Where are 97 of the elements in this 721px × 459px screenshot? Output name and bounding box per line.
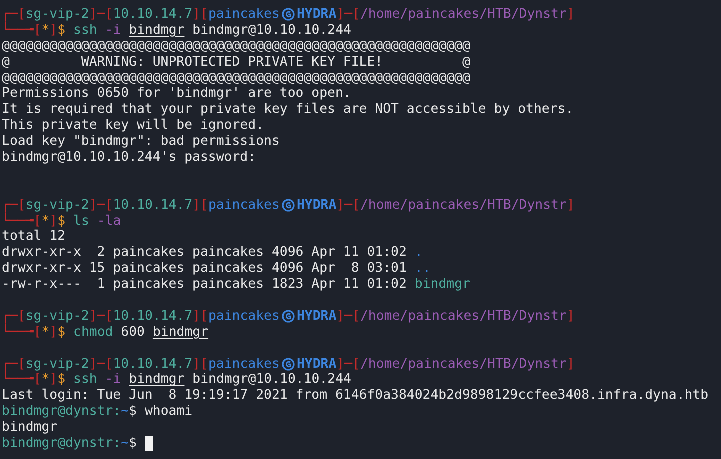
circled-symbol-icon [282, 8, 295, 22]
username: paincakes [208, 198, 280, 214]
output-line: @ WARNING: UNPROTECTED PRIVATE KEY FILE! @ [2, 54, 470, 71]
prompt-bracket: ] [566, 356, 575, 372]
prompt-bracket: ┌─[ [2, 308, 26, 324]
directory-name: . [414, 245, 423, 262]
prompt-sign: $ [58, 22, 66, 39]
file-details: drwxr-xr-x 15 paincakes paincakes 4096 Apr 8 03:01 [2, 261, 407, 278]
prompt-sign: $ [58, 214, 66, 230]
prompt-bracket: ]─[ [336, 7, 360, 23]
command-name: ssh [74, 372, 98, 388]
ip-address: 10.10.14.7 [113, 356, 193, 372]
vpn-name: sg-vip-2 [26, 308, 90, 324]
output-line: Permissions 0650 for 'bindmgr' are too open. [2, 86, 352, 102]
hostname: HYDRA [296, 308, 337, 325]
output-line: This private key will be ignored. [2, 118, 264, 134]
hostname: HYDRA [296, 7, 337, 23]
prompt-bracket: ]─[ [336, 308, 360, 325]
prompt-bracket: ] [566, 198, 575, 214]
directory-path: /home/paincakes/HTB/Dynstr [360, 198, 567, 214]
prompt-bracket: ┌─[ [2, 356, 26, 372]
status-marker: * [42, 324, 50, 341]
command-argument: bindmgr [129, 372, 185, 388]
prompt-bracket: ][ [192, 7, 208, 23]
option-text: -la [97, 214, 122, 230]
directory-path: /home/paincakes/HTB/Dynstr [360, 356, 567, 372]
option-text: -i [105, 372, 122, 388]
command-argument: bindmgr@10.10.10.244 [192, 372, 352, 388]
username: paincakes [208, 7, 280, 23]
status-marker: * [42, 22, 50, 39]
output-line: @@@@@@@@@@@@@@@@@@@@@@@@@@@@@@@@@@@@@@@@@@@@@@@@@@@@@@@@@@@ [2, 38, 470, 55]
username: paincakes [208, 356, 280, 372]
vpn-name: sg-vip-2 [26, 7, 90, 22]
prompt-bracket: ]─[ [89, 356, 114, 372]
output-line: Load key "bindmgr": bad permissions [2, 134, 280, 150]
output-line: bindmgr [2, 420, 58, 436]
prompt-bracket: ] [566, 308, 575, 325]
file-details: -rw-r-x--- 1 paincakes paincakes 1823 Apr 11 01:02 [2, 277, 407, 294]
vpn-name: sg-vip-2 [26, 198, 90, 213]
prompt-sign: $ [58, 372, 66, 388]
command-argument: bindmgr [152, 324, 209, 341]
prompt-bracket: ][ [192, 198, 208, 214]
user-host: bindmgr@dynstr: [2, 404, 122, 420]
working-directory: ~ [121, 404, 130, 420]
prompt-bracket: ]─[ [89, 198, 114, 214]
command-argument: 600 [121, 324, 145, 341]
command-name: ls [74, 214, 90, 230]
prompt-bracket: ] [50, 372, 58, 388]
file-name: bindmgr [414, 277, 470, 294]
username: paincakes [208, 308, 280, 325]
command-argument: bindmgr [129, 22, 185, 39]
working-directory: ~ [121, 436, 130, 452]
ip-address: 10.10.14.7 [113, 308, 193, 325]
circled-symbol-icon [282, 358, 295, 372]
prompt-sign: $ [58, 324, 66, 341]
status-marker: * [42, 214, 50, 230]
command-name: ssh [74, 22, 98, 39]
status-marker: * [42, 372, 50, 388]
prompt-bracket: └──╼[ [2, 214, 42, 230]
prompt-bracket: ] [566, 7, 575, 23]
directory-path: /home/paincakes/HTB/Dynstr [360, 308, 567, 325]
prompt-bracket: ] [50, 214, 58, 230]
prompt-bracket: └──╼[ [2, 22, 42, 39]
ip-address: 10.10.14.7 [113, 198, 193, 214]
prompt-bracket: ]─[ [336, 356, 360, 372]
prompt-bracket: └──╼[ [2, 324, 42, 341]
command-argument: bindmgr@10.10.10.244 [192, 22, 352, 39]
prompt-bracket: ┌─[ [2, 198, 26, 213]
user-host: bindmgr@dynstr: [2, 436, 122, 452]
vpn-name: sg-vip-2 [26, 356, 90, 372]
command-name: whoami [144, 404, 193, 420]
output-line: @@@@@@@@@@@@@@@@@@@@@@@@@@@@@@@@@@@@@@@@@@@@@@@@@@@@@@@@@@@ [2, 70, 470, 86]
output-line: bindmgr@10.10.10.244's password: [2, 150, 256, 166]
prompt-bracket: ]─[ [89, 7, 114, 23]
prompt-bracket: ] [50, 324, 58, 341]
directory-name: .. [414, 261, 431, 278]
command-name: chmod [74, 324, 114, 341]
prompt-bracket: ]─[ [336, 198, 360, 214]
ip-address: 10.10.14.7 [113, 7, 193, 23]
hostname: HYDRA [296, 198, 337, 214]
output-line: Last login: Tue Jun 8 19:19:17 2021 from 6146f0a384024b2d9898129ccfee3408.infra.dyna.htb [2, 388, 709, 404]
output-line: It is required that your private key files are NOT accessible by others. [2, 102, 574, 118]
prompt-bracket: ][ [192, 308, 208, 325]
option-text: -i [105, 22, 122, 39]
prompt-bracket: ] [50, 22, 58, 39]
prompt-bracket: ┌─[ [2, 7, 26, 22]
hostname: HYDRA [296, 356, 337, 372]
prompt-sign: $ [129, 404, 137, 420]
directory-path: /home/paincakes/HTB/Dynstr [360, 7, 567, 23]
output-line: total 12 [2, 229, 66, 246]
prompt-bracket: └──╼[ [2, 372, 42, 388]
file-details: drwxr-xr-x 2 paincakes paincakes 4096 Apr 11 01:02 [2, 245, 407, 262]
circled-symbol-icon [282, 310, 295, 324]
prompt-bracket: ]─[ [89, 308, 114, 325]
prompt-sign: $ [129, 436, 137, 452]
prompt-bracket: ][ [192, 356, 208, 372]
circled-symbol-icon [282, 199, 295, 212]
